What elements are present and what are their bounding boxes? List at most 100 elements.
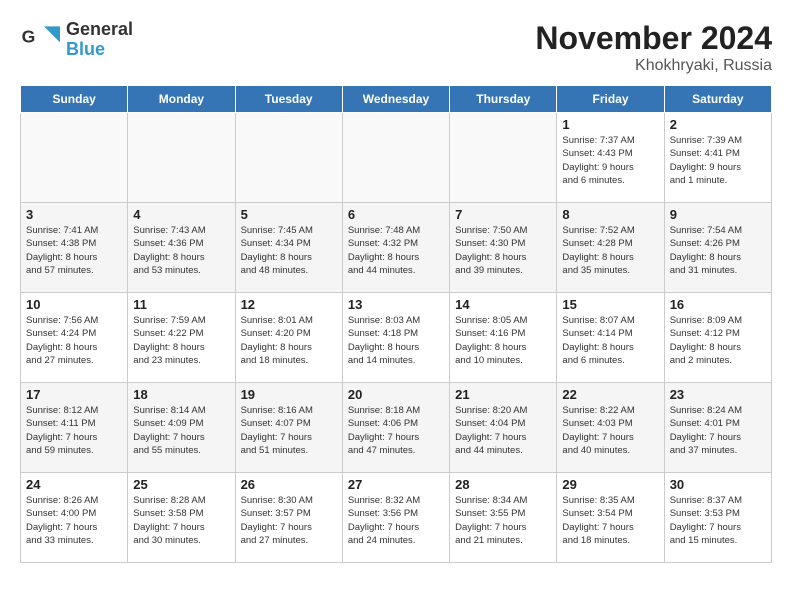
calendar-header-tuesday: Tuesday bbox=[235, 86, 342, 113]
calendar-table: SundayMondayTuesdayWednesdayThursdayFrid… bbox=[20, 85, 772, 563]
calendar-cell: 20 Sunrise: 8:18 AM Sunset: 4:06 PM Dayli… bbox=[342, 383, 449, 473]
day-info: Sunrise: 8:28 AM Sunset: 3:58 PM Dayligh… bbox=[133, 494, 229, 547]
calendar-cell: 7 Sunrise: 7:50 AM Sunset: 4:30 PM Daylig… bbox=[450, 203, 557, 293]
calendar-cell bbox=[342, 113, 449, 203]
calendar-cell bbox=[128, 113, 235, 203]
location-subtitle: Khokhryaki, Russia bbox=[535, 57, 772, 75]
day-number: 3 bbox=[26, 207, 122, 222]
calendar-cell bbox=[450, 113, 557, 203]
calendar-cell: 22Sunrise: 8:22 AM Sunset: 4:03 PM Dayli… bbox=[557, 383, 664, 473]
day-info: Sunrise: 8:37 AM Sunset: 3:53 PM Dayligh… bbox=[670, 494, 766, 547]
svg-text:G: G bbox=[22, 26, 36, 46]
calendar-cell: 16 Sunrise: 8:09 AM Sunset: 4:12 PM Dayli… bbox=[664, 293, 771, 383]
title-block: November 2024 Khokhryaki, Russia bbox=[535, 20, 772, 75]
day-info: Sunrise: 7:48 AM Sunset: 4:32 PM Dayligh… bbox=[348, 224, 444, 277]
day-info: Sunrise: 8:22 AM Sunset: 4:03 PM Dayligh… bbox=[562, 404, 658, 457]
calendar-week-row: 17Sunrise: 8:12 AM Sunset: 4:11 PM Dayli… bbox=[21, 383, 772, 473]
calendar-cell: 9 Sunrise: 7:54 AM Sunset: 4:26 PM Daylig… bbox=[664, 203, 771, 293]
day-info: Sunrise: 8:16 AM Sunset: 4:07 PM Dayligh… bbox=[241, 404, 337, 457]
calendar-header-wednesday: Wednesday bbox=[342, 86, 449, 113]
day-info: Sunrise: 7:39 AM Sunset: 4:41 PM Dayligh… bbox=[670, 134, 766, 187]
day-number: 25 bbox=[133, 477, 229, 492]
calendar-week-row: 3 Sunrise: 7:41 AM Sunset: 4:38 PM Daylig… bbox=[21, 203, 772, 293]
calendar-cell: 25 Sunrise: 8:28 AM Sunset: 3:58 PM Dayli… bbox=[128, 473, 235, 563]
calendar-header-saturday: Saturday bbox=[664, 86, 771, 113]
calendar-cell: 24Sunrise: 8:26 AM Sunset: 4:00 PM Dayli… bbox=[21, 473, 128, 563]
calendar-header-row: SundayMondayTuesdayWednesdayThursdayFrid… bbox=[21, 86, 772, 113]
calendar-cell: 12 Sunrise: 8:01 AM Sunset: 4:20 PM Dayli… bbox=[235, 293, 342, 383]
day-number: 19 bbox=[241, 387, 337, 402]
day-number: 11 bbox=[133, 297, 229, 312]
logo-blue-text: Blue bbox=[66, 40, 133, 60]
day-info: Sunrise: 8:12 AM Sunset: 4:11 PM Dayligh… bbox=[26, 404, 122, 457]
day-info: Sunrise: 7:52 AM Sunset: 4:28 PM Dayligh… bbox=[562, 224, 658, 277]
calendar-week-row: 24Sunrise: 8:26 AM Sunset: 4:00 PM Dayli… bbox=[21, 473, 772, 563]
calendar-header-sunday: Sunday bbox=[21, 86, 128, 113]
day-info: Sunrise: 7:41 AM Sunset: 4:38 PM Dayligh… bbox=[26, 224, 122, 277]
logo-icon: G bbox=[20, 20, 60, 60]
calendar-cell: 29 Sunrise: 8:35 AM Sunset: 3:54 PM Dayli… bbox=[557, 473, 664, 563]
day-number: 21 bbox=[455, 387, 551, 402]
calendar-cell: 21 Sunrise: 8:20 AM Sunset: 4:04 PM Dayli… bbox=[450, 383, 557, 473]
calendar-cell bbox=[21, 113, 128, 203]
calendar-cell: 2Sunrise: 7:39 AM Sunset: 4:41 PM Daylig… bbox=[664, 113, 771, 203]
calendar-cell: 15Sunrise: 8:07 AM Sunset: 4:14 PM Dayli… bbox=[557, 293, 664, 383]
day-info: Sunrise: 7:37 AM Sunset: 4:43 PM Dayligh… bbox=[562, 134, 658, 187]
day-number: 27 bbox=[348, 477, 444, 492]
calendar-cell: 4Sunrise: 7:43 AM Sunset: 4:36 PM Daylig… bbox=[128, 203, 235, 293]
day-info: Sunrise: 8:09 AM Sunset: 4:12 PM Dayligh… bbox=[670, 314, 766, 367]
calendar-cell: 30Sunrise: 8:37 AM Sunset: 3:53 PM Dayli… bbox=[664, 473, 771, 563]
day-number: 1 bbox=[562, 117, 658, 132]
calendar-week-row: 1 Sunrise: 7:37 AM Sunset: 4:43 PM Daylig… bbox=[21, 113, 772, 203]
calendar-cell: 18Sunrise: 8:14 AM Sunset: 4:09 PM Dayli… bbox=[128, 383, 235, 473]
logo-general-text: General bbox=[66, 20, 133, 40]
calendar-cell bbox=[235, 113, 342, 203]
day-number: 8 bbox=[562, 207, 658, 222]
calendar-cell: 26 Sunrise: 8:30 AM Sunset: 3:57 PM Dayli… bbox=[235, 473, 342, 563]
day-number: 18 bbox=[133, 387, 229, 402]
calendar-cell: 23 Sunrise: 8:24 AM Sunset: 4:01 PM Dayli… bbox=[664, 383, 771, 473]
day-number: 9 bbox=[670, 207, 766, 222]
day-number: 20 bbox=[348, 387, 444, 402]
calendar-cell: 19 Sunrise: 8:16 AM Sunset: 4:07 PM Dayli… bbox=[235, 383, 342, 473]
calendar-header-friday: Friday bbox=[557, 86, 664, 113]
day-info: Sunrise: 8:35 AM Sunset: 3:54 PM Dayligh… bbox=[562, 494, 658, 547]
calendar-week-row: 10 Sunrise: 7:56 AM Sunset: 4:24 PM Dayli… bbox=[21, 293, 772, 383]
day-number: 13 bbox=[348, 297, 444, 312]
day-info: Sunrise: 7:50 AM Sunset: 4:30 PM Dayligh… bbox=[455, 224, 551, 277]
day-number: 26 bbox=[241, 477, 337, 492]
day-info: Sunrise: 8:05 AM Sunset: 4:16 PM Dayligh… bbox=[455, 314, 551, 367]
day-number: 24 bbox=[26, 477, 122, 492]
day-info: Sunrise: 8:30 AM Sunset: 3:57 PM Dayligh… bbox=[241, 494, 337, 547]
day-number: 6 bbox=[348, 207, 444, 222]
day-info: Sunrise: 8:03 AM Sunset: 4:18 PM Dayligh… bbox=[348, 314, 444, 367]
day-number: 28 bbox=[455, 477, 551, 492]
logo: G General Blue bbox=[20, 20, 133, 60]
calendar-cell: 5Sunrise: 7:45 AM Sunset: 4:34 PM Daylig… bbox=[235, 203, 342, 293]
calendar-header-thursday: Thursday bbox=[450, 86, 557, 113]
calendar-cell: 10 Sunrise: 7:56 AM Sunset: 4:24 PM Dayli… bbox=[21, 293, 128, 383]
calendar-cell: 27 Sunrise: 8:32 AM Sunset: 3:56 PM Dayli… bbox=[342, 473, 449, 563]
day-info: Sunrise: 8:01 AM Sunset: 4:20 PM Dayligh… bbox=[241, 314, 337, 367]
calendar-cell: 3 Sunrise: 7:41 AM Sunset: 4:38 PM Daylig… bbox=[21, 203, 128, 293]
day-number: 7 bbox=[455, 207, 551, 222]
month-title: November 2024 bbox=[535, 20, 772, 57]
day-info: Sunrise: 8:32 AM Sunset: 3:56 PM Dayligh… bbox=[348, 494, 444, 547]
day-info: Sunrise: 8:34 AM Sunset: 3:55 PM Dayligh… bbox=[455, 494, 551, 547]
day-info: Sunrise: 7:54 AM Sunset: 4:26 PM Dayligh… bbox=[670, 224, 766, 277]
calendar-cell: 6 Sunrise: 7:48 AM Sunset: 4:32 PM Daylig… bbox=[342, 203, 449, 293]
day-info: Sunrise: 7:56 AM Sunset: 4:24 PM Dayligh… bbox=[26, 314, 122, 367]
day-number: 10 bbox=[26, 297, 122, 312]
day-number: 23 bbox=[670, 387, 766, 402]
calendar-header-monday: Monday bbox=[128, 86, 235, 113]
calendar-cell: 8 Sunrise: 7:52 AM Sunset: 4:28 PM Daylig… bbox=[557, 203, 664, 293]
calendar-cell: 1 Sunrise: 7:37 AM Sunset: 4:43 PM Daylig… bbox=[557, 113, 664, 203]
day-number: 29 bbox=[562, 477, 658, 492]
day-info: Sunrise: 8:24 AM Sunset: 4:01 PM Dayligh… bbox=[670, 404, 766, 457]
day-number: 14 bbox=[455, 297, 551, 312]
day-number: 12 bbox=[241, 297, 337, 312]
day-info: Sunrise: 8:18 AM Sunset: 4:06 PM Dayligh… bbox=[348, 404, 444, 457]
day-info: Sunrise: 7:59 AM Sunset: 4:22 PM Dayligh… bbox=[133, 314, 229, 367]
day-number: 16 bbox=[670, 297, 766, 312]
day-info: Sunrise: 8:20 AM Sunset: 4:04 PM Dayligh… bbox=[455, 404, 551, 457]
